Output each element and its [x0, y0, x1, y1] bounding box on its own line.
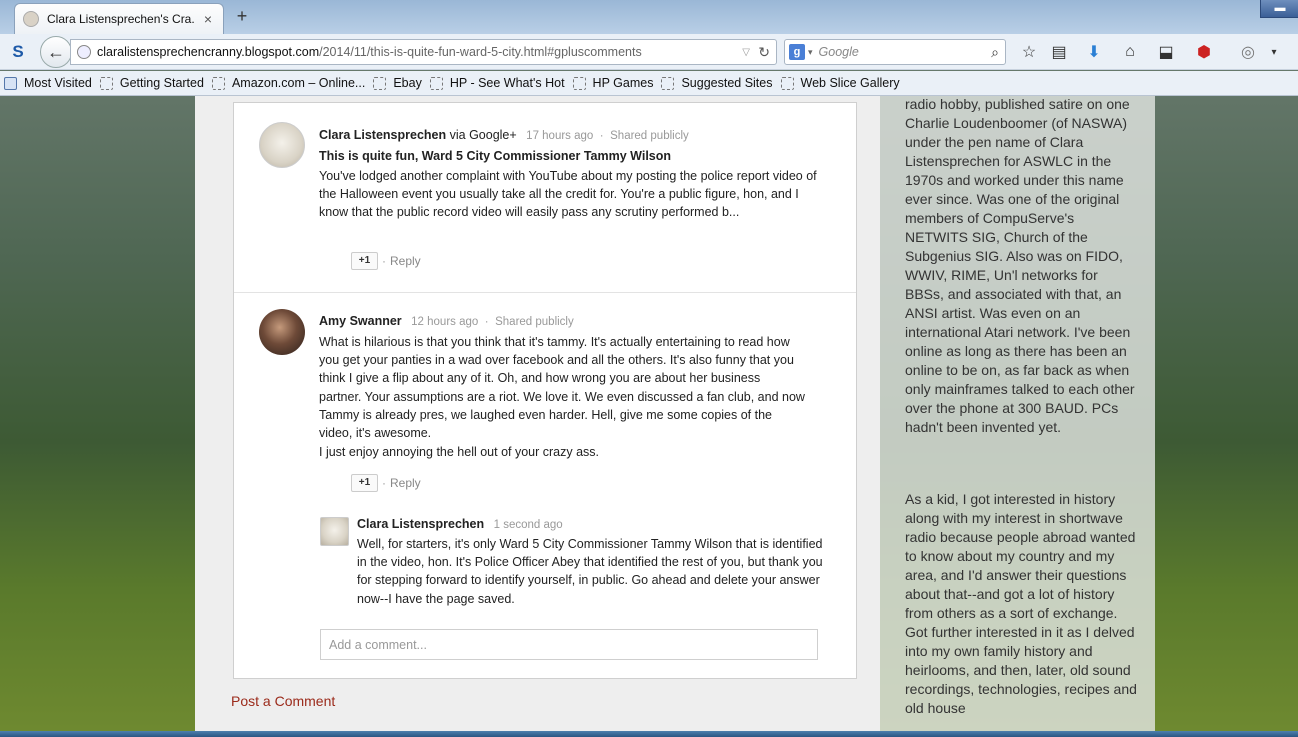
- engine-dropdown-icon[interactable]: ▾: [808, 47, 813, 58]
- separator-dot: ·: [484, 316, 489, 328]
- reply-meta: Clara Listensprechen 1 second ago: [357, 517, 563, 531]
- bookmark-hp-games[interactable]: HP Games: [572, 76, 654, 90]
- comment-time[interactable]: 12 hours ago: [411, 316, 478, 328]
- bookmark-label: HP Games: [592, 76, 654, 90]
- navigation-bar: S ← claralistensprechencranny.blogspot.c…: [0, 34, 1298, 70]
- plus-one-button[interactable]: +1: [351, 474, 378, 492]
- reply-link[interactable]: Reply: [390, 254, 421, 268]
- page-icon: [661, 76, 675, 90]
- bookmark-label: Amazon.com – Online...: [231, 76, 366, 90]
- close-tab-icon[interactable]: ×: [201, 11, 215, 27]
- bookmark-most-visited[interactable]: Most Visited: [4, 76, 92, 90]
- comment-visibility: Shared publicly: [610, 130, 689, 142]
- bookmark-amazon[interactable]: Amazon.com – Online...: [211, 76, 366, 90]
- adblock-icon[interactable]: ⬢: [1192, 40, 1216, 64]
- page-icon: [429, 76, 443, 90]
- bookmark-suggested-sites[interactable]: Suggested Sites: [661, 76, 773, 90]
- comment-body: You've lodged another complaint with You…: [319, 169, 817, 220]
- bookmarks-menu-icon[interactable]: ▤: [1047, 40, 1071, 64]
- skype-addon-icon[interactable]: S: [6, 40, 30, 64]
- home-icon[interactable]: ⌂: [1118, 40, 1142, 64]
- comment-actions: +1 · Reply: [351, 474, 421, 492]
- reply-author[interactable]: Clara Listensprechen: [357, 517, 484, 531]
- avatar[interactable]: [259, 122, 305, 168]
- url-path: /2014/11/this-is-quite-fun-ward-5-city.h…: [319, 45, 642, 59]
- comments-panel: Clara Listensprechen via Google+ 17 hour…: [233, 102, 857, 679]
- url-host: claralistensprechencranny.blogspot.com: [97, 45, 320, 59]
- comment-author[interactable]: Clara Listensprechen: [319, 128, 446, 142]
- page-icon: [572, 76, 586, 90]
- bookmark-label: Suggested Sites: [681, 76, 773, 90]
- reply-link[interactable]: Reply: [390, 476, 421, 490]
- comment-actions: +1 · Reply: [351, 252, 421, 270]
- download-manager-icon[interactable]: ⬓: [1154, 40, 1178, 64]
- page-icon: [99, 76, 113, 90]
- bookmark-ebay[interactable]: Ebay: [373, 76, 422, 90]
- comment-time[interactable]: 17 hours ago: [526, 130, 593, 142]
- address-bar[interactable]: claralistensprechencranny.blogspot.com/2…: [70, 39, 777, 65]
- back-button[interactable]: ←: [40, 36, 72, 68]
- bookmark-web-slice-gallery[interactable]: Web Slice Gallery: [780, 76, 900, 90]
- bookmark-label: Getting Started: [119, 76, 204, 90]
- bookmark-getting-started[interactable]: Getting Started: [99, 76, 204, 90]
- new-tab-button[interactable]: +: [232, 6, 252, 27]
- comment-body: What is hilarious is that you think that…: [319, 335, 805, 441]
- add-comment-input[interactable]: Add a comment...: [320, 629, 818, 660]
- page-icon: [211, 76, 225, 90]
- comment-visibility: Shared publicly: [495, 316, 574, 328]
- bookmarks-toolbar: Most Visited Getting Started Amazon.com …: [0, 71, 1298, 96]
- favicon-icon: [23, 11, 39, 27]
- comment-divider: [234, 292, 856, 293]
- comment-title: This is quite fun, Ward 5 City Commissio…: [319, 149, 672, 163]
- reload-icon[interactable]: ↻: [758, 44, 770, 61]
- search-icon[interactable]: ⌕: [991, 44, 999, 61]
- google-engine-icon[interactable]: g: [789, 44, 805, 60]
- comment-via: via Google+: [449, 128, 517, 142]
- search-bar[interactable]: g ▾ Google ⌕: [784, 39, 1006, 65]
- comment-meta: Amy Swanner 12 hours ago · Shared public…: [319, 314, 574, 328]
- bookmark-star-icon[interactable]: ☆: [1017, 40, 1041, 64]
- url-dropdown-icon[interactable]: ▽: [742, 47, 750, 58]
- bookmark-hp-whats-hot[interactable]: HP - See What's Hot: [429, 76, 565, 90]
- separator-dot: ·: [382, 476, 386, 490]
- reply-body: Well, for starters, it's only Ward 5 Cit…: [357, 537, 823, 606]
- search-input[interactable]: Google: [819, 45, 992, 59]
- sidebar-paragraph: As a kid, I got interested in history al…: [905, 491, 1137, 716]
- most-visited-icon: [4, 76, 17, 90]
- globe-icon: [77, 45, 91, 59]
- bookmark-label: Ebay: [393, 76, 422, 90]
- browser-tab[interactable]: Clara Listensprechen's Cra... ×: [14, 3, 224, 34]
- comment-meta: Clara Listensprechen via Google+ 17 hour…: [319, 128, 689, 142]
- menu-chevron-down-icon[interactable]: ▾: [1262, 40, 1286, 64]
- avatar[interactable]: [259, 309, 305, 355]
- post-comment-link[interactable]: Post a Comment: [231, 693, 335, 709]
- profile-sidebar: radio hobby, published satire on one Cha…: [880, 96, 1155, 737]
- tab-title: Clara Listensprechen's Cra...: [47, 12, 195, 26]
- separator-dot: ·: [382, 254, 386, 268]
- downloads-icon[interactable]: ⬇: [1082, 40, 1106, 64]
- reply-time[interactable]: 1 second ago: [494, 519, 563, 531]
- tab-strip: Clara Listensprechen's Cra... × + ▬: [0, 0, 1298, 34]
- comment-author[interactable]: Amy Swanner: [319, 314, 402, 328]
- separator-dot: ·: [599, 130, 604, 142]
- comment-body-continued: I just enjoy annoying the hell out of yo…: [319, 445, 600, 459]
- plus-one-button[interactable]: +1: [351, 252, 378, 270]
- avatar[interactable]: [320, 517, 349, 546]
- bookmark-label: HP - See What's Hot: [449, 76, 565, 90]
- chat-addon-icon[interactable]: ◎: [1236, 40, 1260, 64]
- windows-taskbar[interactable]: [0, 731, 1298, 737]
- blog-main-column: Clara Listensprechen via Google+ 17 hour…: [195, 96, 880, 737]
- bookmark-label: Web Slice Gallery: [800, 76, 900, 90]
- bookmark-label: Most Visited: [24, 76, 92, 90]
- window-minimize-button[interactable]: ▬: [1260, 0, 1298, 18]
- sidebar-paragraph: radio hobby, published satire on one Cha…: [905, 96, 1135, 435]
- page-icon: [373, 76, 387, 90]
- page-icon: [780, 76, 794, 90]
